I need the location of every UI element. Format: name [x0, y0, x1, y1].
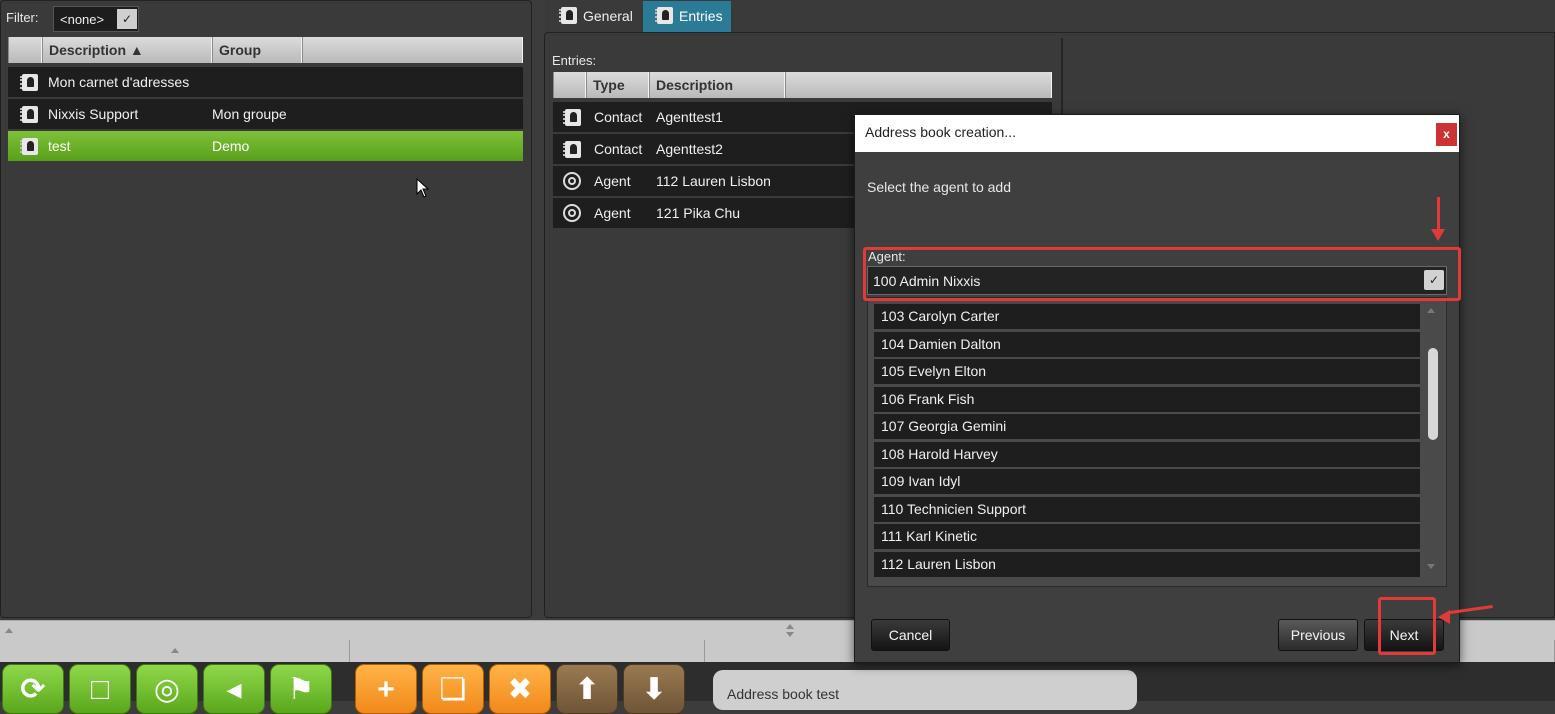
address-book-icon: [20, 106, 38, 123]
scrollbar-thumb[interactable]: [1428, 348, 1438, 440]
address-book-row[interactable]: Nixxis Support Mon groupe: [8, 99, 523, 129]
agent-dropdown-list: 103 Carolyn Carter 104 Damien Dalton 105…: [867, 297, 1447, 587]
agent-option[interactable]: 112 Lauren Lisbon: [874, 552, 1420, 577]
collapse-up-icon[interactable]: [786, 624, 794, 629]
filter-label: Filter:: [6, 10, 39, 25]
annotation-highlight-agent: [863, 247, 1461, 301]
header-spacer: [553, 72, 586, 98]
annotation-arrow-left-icon: [1438, 610, 1450, 624]
column-header-group[interactable]: Group: [212, 37, 302, 63]
collapse-up-icon[interactable]: [171, 648, 179, 653]
dialog-title: Address book creation...: [865, 124, 1016, 140]
expand-down-icon[interactable]: [786, 632, 794, 637]
entry-description: Agenttest1: [656, 109, 723, 125]
header-filler: [302, 37, 523, 63]
agent-button[interactable]: ◎: [136, 664, 198, 714]
collapse-up-icon[interactable]: [5, 628, 13, 633]
entry-type: Contact: [594, 141, 643, 157]
header-filler: [785, 72, 1052, 98]
address-book-icon: [20, 74, 38, 91]
agent-option[interactable]: 110 Technicien Support: [874, 497, 1420, 522]
cancel-button[interactable]: Cancel: [871, 619, 950, 651]
entries-label: Entries:: [552, 53, 597, 68]
scroll-down-icon[interactable]: [1427, 564, 1435, 569]
save-button[interactable]: □: [69, 664, 131, 714]
agent-icon: [563, 172, 581, 190]
filter-value: <none>: [60, 12, 105, 27]
flag-button[interactable]: ⚑: [270, 664, 332, 714]
address-book-icon: [655, 7, 673, 24]
agent-option[interactable]: 111 Karl Kinetic: [874, 524, 1420, 549]
tab-general-label: General: [583, 8, 633, 24]
agent-option[interactable]: 103 Carolyn Carter: [874, 304, 1420, 329]
row-description: test: [48, 138, 71, 154]
entry-description: 121 Pika Chu: [656, 205, 741, 221]
entry-description: Agenttest2: [656, 141, 723, 157]
entries-grid-header: Type Description: [553, 72, 1052, 98]
entry-type: Agent: [594, 173, 631, 189]
column-header-description[interactable]: Description: [649, 72, 785, 98]
add-button[interactable]: +: [355, 664, 417, 714]
previous-button[interactable]: Previous: [1278, 619, 1358, 651]
row-description: Mon carnet d'adresses: [48, 74, 190, 90]
column-header-type[interactable]: Type: [586, 72, 649, 98]
chevron-down-icon[interactable]: ✓: [117, 9, 137, 29]
address-book-icon: [563, 109, 581, 126]
address-book-icon: [20, 138, 38, 155]
row-description: Nixxis Support: [48, 106, 139, 122]
scroll-up-icon[interactable]: [1427, 308, 1435, 313]
tab-entries-label: Entries: [679, 8, 723, 24]
toolbar-group-header: [350, 640, 705, 662]
agent-option[interactable]: 106 Frank Fish: [874, 387, 1420, 412]
toolbar-group-header: [0, 640, 350, 662]
tab-general[interactable]: General: [547, 1, 642, 32]
agent-option[interactable]: 104 Damien Dalton: [874, 332, 1420, 357]
move-up-button[interactable]: ⬆: [556, 664, 618, 714]
filter-dropdown[interactable]: <none> ✓: [53, 6, 139, 32]
delete-button[interactable]: ✖: [489, 664, 551, 714]
agent-option[interactable]: 107 Georgia Gemini: [874, 414, 1420, 439]
move-down-button[interactable]: ⬇: [623, 664, 685, 714]
agent-icon: [563, 204, 581, 222]
entry-description: 112 Lauren Lisbon: [656, 173, 771, 189]
agent-option[interactable]: 105 Evelyn Elton: [874, 359, 1420, 384]
address-book-icon: [563, 141, 581, 158]
header-spacer: [8, 37, 42, 63]
mouse-cursor-icon: [416, 178, 430, 198]
annotation-highlight-next: [1378, 597, 1436, 655]
column-header-description[interactable]: Description ▲: [42, 37, 212, 63]
agent-option[interactable]: 108 Harold Harvey: [874, 442, 1420, 467]
tab-entries[interactable]: Entries: [643, 1, 731, 32]
address-book-icon: [559, 7, 577, 24]
dialog-prompt: Select the agent to add: [867, 179, 1011, 195]
annotation-arrow-down-icon: [1431, 229, 1445, 241]
agent-option[interactable]: 109 Ivan Idyl: [874, 469, 1420, 494]
annotation-arrow-shaft: [1437, 197, 1440, 229]
entry-type: Contact: [594, 109, 643, 125]
entry-type: Agent: [594, 205, 631, 221]
refresh-button[interactable]: ⟳: [2, 664, 64, 714]
info-text: Address book test: [727, 686, 840, 702]
address-book-grid-header: Description ▲ Group: [8, 37, 523, 63]
address-book-row-selected[interactable]: test Demo: [8, 131, 523, 161]
close-button[interactable]: x: [1436, 123, 1457, 146]
tag-button[interactable]: ◂: [203, 664, 265, 714]
row-group: Mon groupe: [212, 106, 287, 122]
address-book-row[interactable]: Mon carnet d'adresses: [8, 67, 523, 97]
list-scrollbar[interactable]: [1421, 302, 1443, 580]
row-group: Demo: [212, 138, 250, 154]
duplicate-button[interactable]: ❏: [422, 664, 484, 714]
